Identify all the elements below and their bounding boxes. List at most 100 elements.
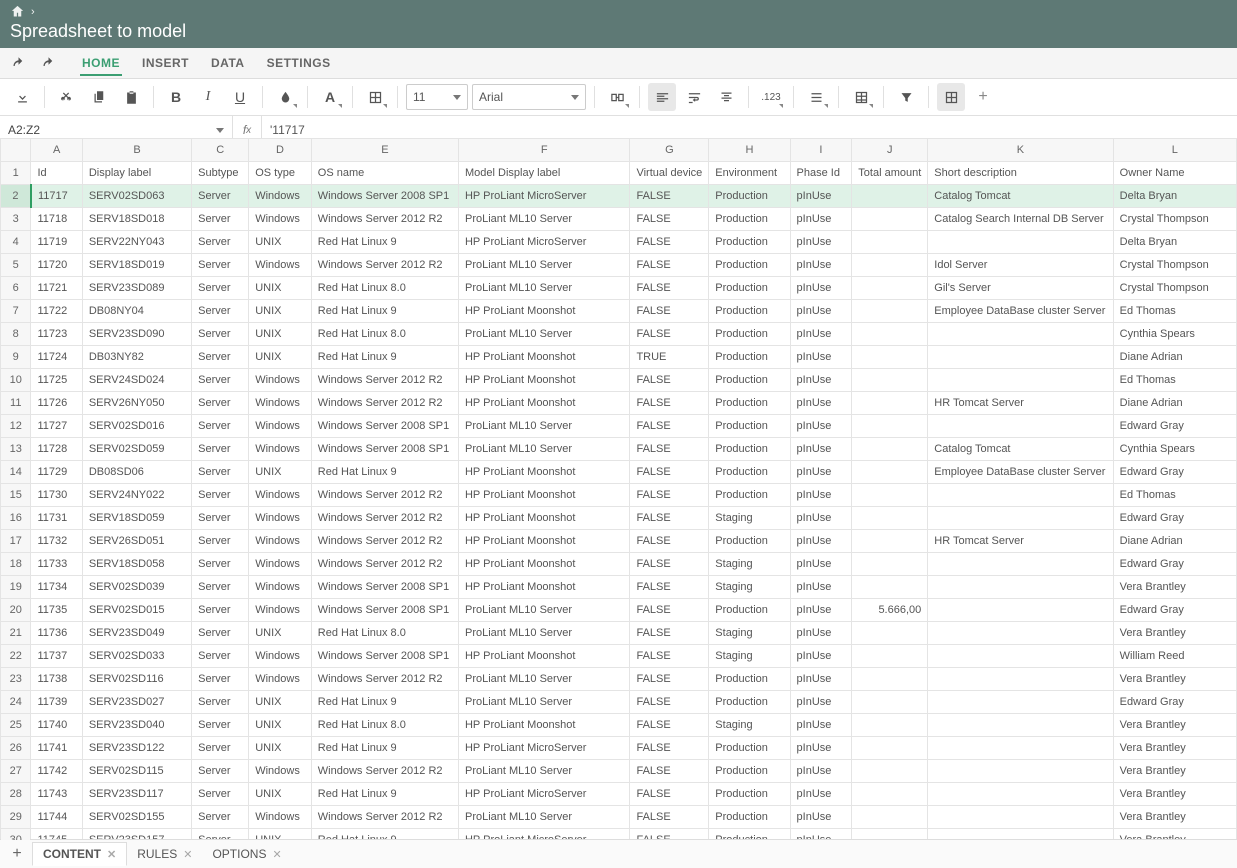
- cell[interactable]: 11739: [31, 691, 82, 714]
- cell[interactable]: [852, 484, 928, 507]
- cell[interactable]: Ed Thomas: [1113, 484, 1236, 507]
- cell[interactable]: [852, 783, 928, 806]
- cell[interactable]: pInUse: [790, 438, 852, 461]
- cell[interactable]: Server: [192, 806, 249, 829]
- cell[interactable]: HP ProLiant Moonshot: [458, 530, 629, 553]
- cell[interactable]: 11732: [31, 530, 82, 553]
- cell[interactable]: Production: [709, 599, 790, 622]
- breadcrumb[interactable]: ›: [10, 4, 1227, 19]
- cell[interactable]: FALSE: [630, 553, 709, 576]
- row-header[interactable]: 5: [1, 254, 31, 277]
- cell[interactable]: Server: [192, 277, 249, 300]
- cell[interactable]: HP ProLiant Moonshot: [458, 507, 629, 530]
- cell[interactable]: Crystal Thompson: [1113, 254, 1236, 277]
- cell[interactable]: [852, 277, 928, 300]
- cell[interactable]: [852, 645, 928, 668]
- cell[interactable]: FALSE: [630, 323, 709, 346]
- row-header[interactable]: 29: [1, 806, 31, 829]
- cell[interactable]: [928, 369, 1113, 392]
- cell[interactable]: ProLiant ML10 Server: [458, 277, 629, 300]
- cell[interactable]: 11724: [31, 346, 82, 369]
- cell[interactable]: DB08NY04: [82, 300, 191, 323]
- cell[interactable]: Server: [192, 622, 249, 645]
- cell[interactable]: pInUse: [790, 714, 852, 737]
- cell[interactable]: [928, 622, 1113, 645]
- cell[interactable]: Red Hat Linux 8.0: [311, 277, 458, 300]
- cell[interactable]: Server: [192, 185, 249, 208]
- cell[interactable]: Server: [192, 507, 249, 530]
- cell[interactable]: pInUse: [790, 576, 852, 599]
- cell[interactable]: Windows: [249, 185, 312, 208]
- cell[interactable]: pInUse: [790, 369, 852, 392]
- cell[interactable]: Production: [709, 300, 790, 323]
- vertical-align-button[interactable]: [712, 83, 740, 111]
- cell[interactable]: [928, 645, 1113, 668]
- spreadsheet-grid[interactable]: ABCDEFGHIJKL1IdDisplay labelSubtypeOS ty…: [0, 138, 1237, 840]
- cell[interactable]: Red Hat Linux 9: [311, 346, 458, 369]
- cell[interactable]: pInUse: [790, 323, 852, 346]
- cell[interactable]: 11730: [31, 484, 82, 507]
- cell[interactable]: Red Hat Linux 8.0: [311, 714, 458, 737]
- cell[interactable]: HP ProLiant Moonshot: [458, 392, 629, 415]
- cell[interactable]: ProLiant ML10 Server: [458, 415, 629, 438]
- cell[interactable]: Windows: [249, 645, 312, 668]
- cell[interactable]: 11740: [31, 714, 82, 737]
- cell[interactable]: Windows Server 2008 SP1: [311, 599, 458, 622]
- cell[interactable]: Total amount: [852, 162, 928, 185]
- cell[interactable]: pInUse: [790, 599, 852, 622]
- cell[interactable]: Windows Server 2008 SP1: [311, 185, 458, 208]
- filter-button[interactable]: [892, 83, 920, 111]
- cell[interactable]: UNIX: [249, 714, 312, 737]
- cell[interactable]: ProLiant ML10 Server: [458, 208, 629, 231]
- cell[interactable]: UNIX: [249, 231, 312, 254]
- cell[interactable]: pInUse: [790, 392, 852, 415]
- cell[interactable]: 11719: [31, 231, 82, 254]
- cell[interactable]: pInUse: [790, 484, 852, 507]
- cell[interactable]: [852, 323, 928, 346]
- cell[interactable]: 11742: [31, 760, 82, 783]
- cell[interactable]: Windows Server 2012 R2: [311, 392, 458, 415]
- cell[interactable]: HP ProLiant Moonshot: [458, 576, 629, 599]
- cell[interactable]: Cynthia Spears: [1113, 323, 1236, 346]
- cell[interactable]: Production: [709, 484, 790, 507]
- cell[interactable]: UNIX: [249, 277, 312, 300]
- cell[interactable]: [852, 346, 928, 369]
- align-left-button[interactable]: [648, 83, 676, 111]
- cell[interactable]: Server: [192, 714, 249, 737]
- cell[interactable]: [852, 553, 928, 576]
- cell[interactable]: [852, 254, 928, 277]
- cell[interactable]: Delta Bryan: [1113, 185, 1236, 208]
- cell[interactable]: [852, 208, 928, 231]
- row-header[interactable]: 27: [1, 760, 31, 783]
- col-header-D[interactable]: D: [249, 139, 312, 162]
- cell[interactable]: ProLiant ML10 Server: [458, 691, 629, 714]
- cell[interactable]: UNIX: [249, 783, 312, 806]
- col-header-J[interactable]: J: [852, 139, 928, 162]
- cell[interactable]: pInUse: [790, 760, 852, 783]
- cell[interactable]: pInUse: [790, 346, 852, 369]
- cell[interactable]: 11736: [31, 622, 82, 645]
- cell[interactable]: 11738: [31, 668, 82, 691]
- cell[interactable]: DB03NY82: [82, 346, 191, 369]
- cell[interactable]: pInUse: [790, 806, 852, 829]
- cell[interactable]: Production: [709, 737, 790, 760]
- cell[interactable]: Employee DataBase cluster Server: [928, 300, 1113, 323]
- borders-button[interactable]: [361, 83, 389, 111]
- menu-tab-data[interactable]: DATA: [209, 50, 247, 76]
- cell[interactable]: Production: [709, 369, 790, 392]
- cell[interactable]: FALSE: [630, 599, 709, 622]
- cell[interactable]: SERV23SD089: [82, 277, 191, 300]
- cell[interactable]: pInUse: [790, 300, 852, 323]
- cell[interactable]: [852, 231, 928, 254]
- cell[interactable]: pInUse: [790, 208, 852, 231]
- cell[interactable]: Server: [192, 461, 249, 484]
- row-header[interactable]: 19: [1, 576, 31, 599]
- close-icon[interactable]: ✕: [272, 848, 281, 861]
- cell[interactable]: 11722: [31, 300, 82, 323]
- row-header[interactable]: 14: [1, 461, 31, 484]
- cell[interactable]: [852, 737, 928, 760]
- cell[interactable]: Server: [192, 576, 249, 599]
- cell[interactable]: [852, 369, 928, 392]
- cell[interactable]: Id: [31, 162, 82, 185]
- cell[interactable]: Vera Brantley: [1113, 806, 1236, 829]
